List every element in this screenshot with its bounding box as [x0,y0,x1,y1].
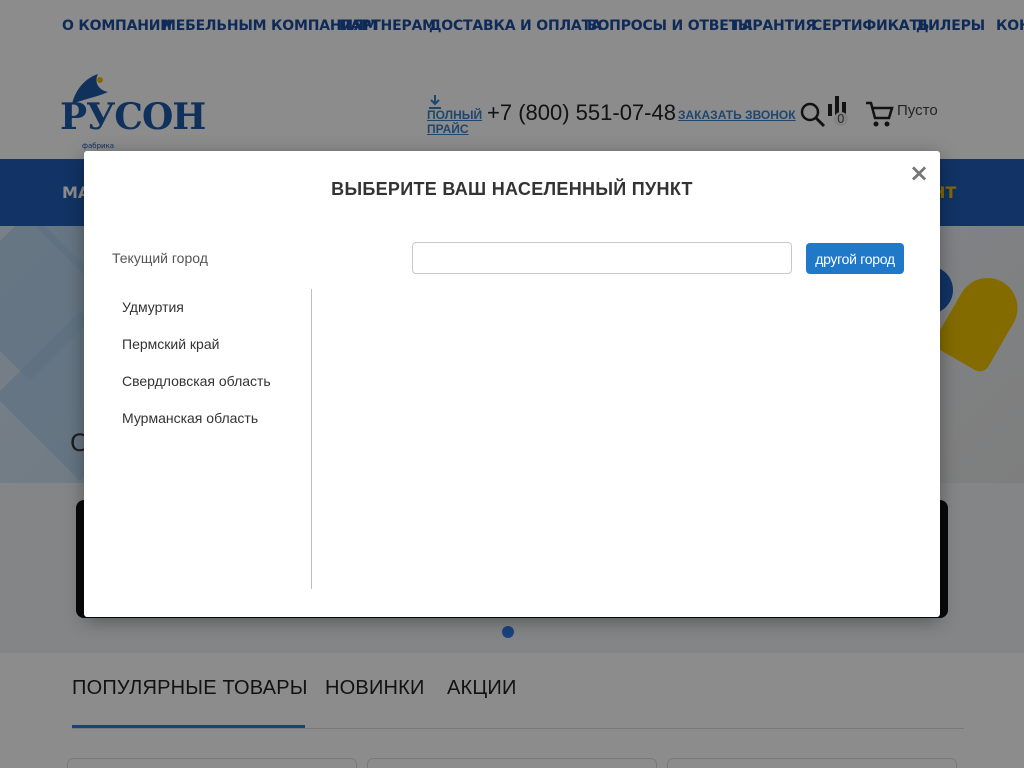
modal-title: ВЫБЕРИТЕ ВАШ НАСЕЛЕННЫЙ ПУНКТ [331,179,693,199]
current-city-label: Текущий город [112,250,208,266]
region-item-perm[interactable]: Пермский край [122,336,219,352]
other-city-button[interactable]: другой город [806,243,904,274]
region-item-sverdlovsk[interactable]: Свердловская область [122,373,271,389]
city-select-modal: ВЫБЕРИТЕ ВАШ НАСЕЛЕННЫЙ ПУНКТ × Текущий … [84,151,940,617]
city-search-input[interactable] [412,242,792,274]
close-icon[interactable]: × [908,161,930,185]
region-list: Удмуртия Пермский край Свердловская обла… [112,289,312,589]
region-item-udmurtia[interactable]: Удмуртия [122,299,184,315]
region-item-murmansk[interactable]: Мурманская область [122,410,258,426]
